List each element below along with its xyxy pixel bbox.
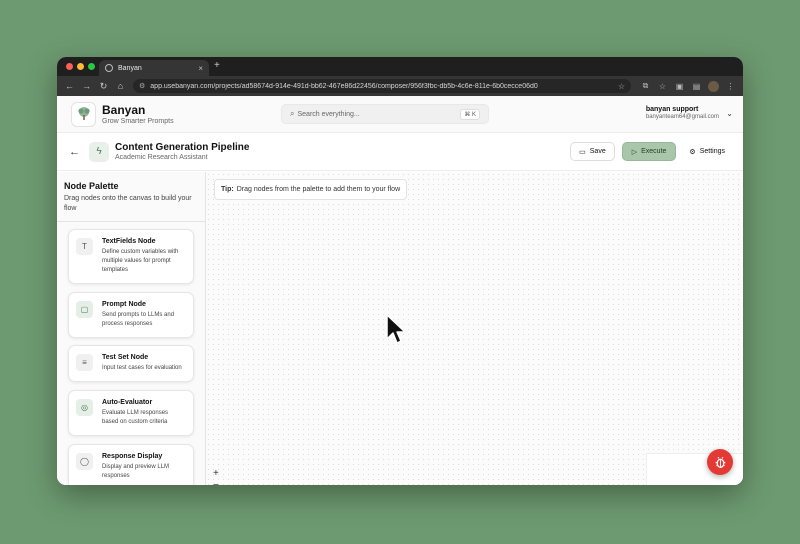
address-bar[interactable]: ⚙ app.usebanyan.com/projects/ad58674d-91…: [133, 79, 631, 93]
search-shortcut-badge: ⌘ K: [460, 108, 480, 120]
reader-icon[interactable]: ▣: [671, 82, 688, 91]
play-icon: ▷: [631, 148, 638, 156]
node-description: Input test cases for evaluation: [102, 365, 182, 371]
palette-node-autoevaluator[interactable]: ◎ Auto-Evaluator Evaluate LLM responses …: [68, 390, 194, 436]
app-header: Banyan Grow Smarter Prompts ⌕ Search eve…: [57, 96, 743, 133]
message-icon: ▢: [76, 301, 93, 318]
palette-header: Node Palette Drag nodes onto the canvas …: [57, 172, 205, 222]
favicon-icon: [105, 64, 113, 72]
node-title: Response Display: [102, 453, 163, 460]
flow-subtitle: Academic Research Assistant: [115, 154, 208, 161]
database-icon: ≡: [76, 354, 93, 371]
maximize-window-button[interactable]: [88, 63, 95, 70]
browser-toolbar: ← → ↻ ⌂ ⚙ app.usebanyan.com/projects/ad5…: [57, 76, 743, 96]
zoom-in-button[interactable]: +: [213, 468, 219, 479]
gear-icon: ⚙: [689, 148, 696, 156]
search-icon: ⌕: [290, 109, 295, 118]
flow-title: Content Generation Pipeline: [115, 142, 250, 153]
brand: Banyan Grow Smarter Prompts: [102, 103, 174, 125]
lightning-icon: ϟ: [89, 141, 109, 162]
save-button[interactable]: ▭ Save: [570, 142, 615, 161]
site-info-icon[interactable]: ⚙: [139, 82, 145, 90]
user-name: banyan support: [645, 106, 699, 113]
url-text[interactable]: app.usebanyan.com/projects/ad58674d-914e…: [150, 83, 618, 90]
brand-name: Banyan: [102, 103, 146, 117]
browser-window: Banyan × + ← → ↻ ⌂ ⚙ app.usebanyan.com/p…: [57, 57, 743, 485]
settings-button[interactable]: ⚙ Settings: [685, 142, 729, 161]
save-label: Save: [589, 148, 606, 155]
extensions-icon[interactable]: ⧉: [637, 81, 654, 91]
home-icon[interactable]: ⌂: [112, 81, 129, 91]
flow-actions: ▭ Save ▷ Execute ⚙ Settings: [570, 142, 729, 161]
tip-label: Tip:: [221, 186, 234, 193]
target-icon: ◎: [76, 399, 93, 416]
execute-label: Execute: [641, 148, 667, 155]
star-icon[interactable]: ☆: [654, 82, 671, 91]
menu-icon[interactable]: ⋮: [722, 82, 739, 91]
node-description: Evaluate LLM responses based on custom c…: [102, 410, 169, 425]
flow-header: ← ϟ Content Generation Pipeline Academic…: [57, 133, 743, 171]
user-email: banyanteam64@gmail.com: [645, 114, 719, 120]
node-title: Auto-Evaluator: [102, 399, 153, 406]
node-description: Send prompts to LLMs and process respons…: [102, 312, 175, 327]
back-arrow-icon[interactable]: ←: [69, 146, 81, 158]
palette-description: Drag nodes onto the canvas to build your…: [64, 195, 192, 212]
palette-node-textfields[interactable]: T TextFields Node Define custom variable…: [68, 229, 194, 284]
banyan-logo-icon[interactable]: [71, 101, 96, 127]
flow-title-group: Content Generation Pipeline Academic Res…: [115, 142, 249, 161]
palette-node-responsedisplay[interactable]: ◯ Response Display Display and preview L…: [68, 444, 194, 485]
bug-report-button[interactable]: [707, 449, 733, 475]
node-description: Display and preview LLM responses: [102, 464, 170, 479]
new-tab-button[interactable]: +: [214, 60, 220, 71]
settings-label: Settings: [699, 148, 725, 155]
chat-bubble-icon: ◯: [76, 453, 93, 470]
save-icon: ▭: [579, 148, 586, 156]
node-title: Prompt Node: [102, 301, 146, 308]
forward-arrow-icon[interactable]: →: [78, 81, 95, 91]
reload-icon[interactable]: ↻: [95, 81, 112, 92]
tab-close-icon[interactable]: ×: [198, 64, 203, 73]
mouse-cursor-icon: [386, 314, 406, 344]
browser-tab[interactable]: Banyan ×: [99, 60, 209, 76]
chevron-down-icon[interactable]: ⌄: [726, 109, 733, 118]
zoom-out-button[interactable]: −: [213, 480, 219, 485]
back-arrow-icon[interactable]: ←: [61, 81, 78, 91]
search-input[interactable]: ⌕ Search everything... ⌘ K: [281, 104, 489, 124]
execute-button[interactable]: ▷ Execute: [621, 142, 677, 161]
text-icon: T: [76, 238, 93, 255]
node-description: Define custom variables with multiple va…: [102, 249, 179, 273]
bug-icon: [715, 456, 725, 468]
palette-node-prompt[interactable]: ▢ Prompt Node Send prompts to LLMs and p…: [68, 292, 194, 338]
brand-tagline: Grow Smarter Prompts: [102, 118, 174, 125]
sidepanel-icon[interactable]: ▤: [688, 82, 705, 91]
flow-canvas[interactable]: Tip: Drag nodes from the palette to add …: [206, 172, 743, 485]
minimize-window-button[interactable]: [77, 63, 84, 70]
palette-node-testset[interactable]: ≡ Test Set Node Input test cases for eva…: [68, 345, 194, 382]
tab-strip: Banyan × +: [57, 57, 743, 76]
bookmark-star-icon[interactable]: ☆: [618, 82, 625, 91]
close-window-button[interactable]: [66, 63, 73, 70]
user-menu[interactable]: banyan support banyanteam64@gmail.com: [646, 106, 719, 120]
node-title: TextFields Node: [102, 238, 156, 245]
tab-title: Banyan: [118, 64, 142, 72]
canvas-tip: Tip: Drag nodes from the palette to add …: [214, 179, 408, 200]
profile-avatar[interactable]: [708, 80, 719, 92]
palette-title: Node Palette: [64, 181, 119, 191]
tip-text: Drag nodes from the palette to add them …: [236, 186, 401, 193]
node-title: Test Set Node: [102, 354, 149, 361]
search-placeholder: Search everything...: [297, 110, 360, 118]
node-palette: Node Palette Drag nodes onto the canvas …: [57, 172, 206, 485]
